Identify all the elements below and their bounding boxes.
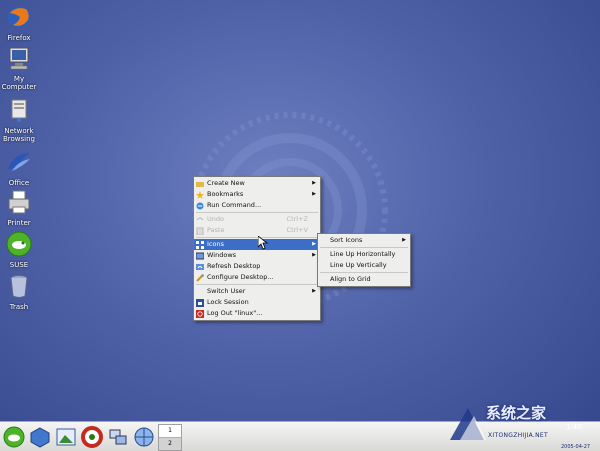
submenu-arrow-icon: ▶ bbox=[312, 252, 316, 258]
desktop-icon-label: My Computer bbox=[1, 75, 37, 91]
desktop-icon-printer[interactable]: Printer bbox=[0, 189, 38, 227]
browser-icon[interactable] bbox=[133, 426, 155, 448]
office-icon bbox=[8, 153, 30, 171]
desktop-icon-firefox[interactable]: Firefox bbox=[0, 4, 38, 42]
menu-item-bookmarks[interactable]: Bookmarks ▶ bbox=[194, 189, 320, 200]
menu-item-label: Switch User bbox=[207, 287, 246, 295]
watermark-title: 系统之家 bbox=[486, 404, 547, 422]
desktop-icon-suse[interactable]: SUSE bbox=[0, 231, 38, 269]
menu-item-refresh-desktop[interactable]: Refresh Desktop bbox=[194, 261, 320, 272]
menu-item-align-to-grid[interactable]: Align to Grid bbox=[318, 274, 410, 285]
run-command-icon bbox=[196, 202, 204, 210]
suse-menu-icon[interactable] bbox=[3, 426, 25, 448]
package-icon[interactable] bbox=[29, 426, 51, 448]
mouse-cursor-icon bbox=[258, 236, 268, 250]
menu-item-label: Configure Desktop... bbox=[207, 273, 274, 281]
undo-icon bbox=[196, 217, 204, 221]
desktop-icon-label: Office bbox=[8, 179, 30, 187]
menu-item-label: Create New bbox=[207, 179, 245, 187]
menu-item-label: Bookmarks bbox=[207, 190, 244, 198]
star-icon bbox=[196, 191, 204, 199]
menu-item-label: Log Out "linux"... bbox=[207, 309, 263, 317]
menu-item-label: Refresh Desktop bbox=[207, 262, 261, 270]
menu-shortcut: Ctrl+V bbox=[286, 226, 308, 234]
menu-item-run-command[interactable]: Run Command... bbox=[194, 200, 320, 211]
desktop-icon-label: Network Browsing bbox=[2, 127, 35, 143]
firefox-icon bbox=[8, 6, 30, 28]
desktop-icon-label: Firefox bbox=[7, 34, 31, 42]
desktop-icon-office[interactable]: Office bbox=[0, 149, 38, 187]
submenu-arrow-icon: ▶ bbox=[312, 241, 316, 247]
menu-item-undo[interactable]: Undo Ctrl+Z bbox=[194, 214, 320, 225]
network-icon bbox=[11, 99, 27, 122]
menu-item-label: Run Command... bbox=[207, 201, 262, 209]
submenu-arrow-icon: ▶ bbox=[312, 191, 316, 197]
suse-icon bbox=[6, 231, 32, 257]
trash-icon bbox=[10, 275, 28, 298]
menu-shortcut: Ctrl+Z bbox=[286, 215, 308, 223]
clock-date: 2005-04-27 bbox=[561, 444, 591, 450]
menu-item-label: Undo bbox=[207, 215, 224, 223]
network-icon[interactable] bbox=[107, 426, 129, 448]
watermark-subtitle: XITONGZHIJIA.NET bbox=[488, 432, 548, 439]
refresh-icon bbox=[196, 264, 204, 270]
clock-time[interactable]: 1:40 bbox=[566, 423, 596, 431]
help-icon[interactable] bbox=[81, 426, 103, 448]
folder-new-icon bbox=[196, 182, 204, 187]
desktop-icon-network-browsing[interactable]: Network Browsing bbox=[0, 97, 38, 143]
pager-desktop-1[interactable]: 1 bbox=[159, 425, 181, 438]
desktop-icon-label: Trash bbox=[9, 303, 29, 311]
pager-desktop-2[interactable]: 2 bbox=[159, 438, 181, 450]
menu-item-configure-desktop[interactable]: Configure Desktop... bbox=[194, 272, 320, 283]
desktop-icon-my-computer[interactable]: My Computer bbox=[0, 45, 38, 91]
menu-item-paste[interactable]: Paste Ctrl+V bbox=[194, 225, 320, 236]
configure-icon bbox=[196, 274, 204, 282]
menu-item-icons[interactable]: Icons ▶ bbox=[194, 239, 320, 250]
menu-item-label: Align to Grid bbox=[330, 275, 371, 283]
menu-separator bbox=[196, 237, 318, 238]
computer-icon bbox=[9, 47, 29, 70]
printer-icon bbox=[8, 190, 30, 214]
menu-item-label: Lock Session bbox=[207, 298, 249, 306]
image-icon[interactable] bbox=[55, 426, 77, 448]
submenu-arrow-icon: ▶ bbox=[402, 237, 406, 243]
menu-item-label: Line Up Vertically bbox=[330, 261, 387, 269]
paste-icon bbox=[196, 227, 204, 235]
windows-icon bbox=[196, 252, 204, 260]
desktop-icon-label: SUSE bbox=[9, 261, 29, 269]
menu-item-windows[interactable]: Windows ▶ bbox=[194, 250, 320, 261]
menu-item-label: Line Up Horizontally bbox=[330, 250, 396, 258]
menu-item-lock-session[interactable]: Lock Session bbox=[194, 297, 320, 308]
menu-item-label: Windows bbox=[207, 251, 237, 259]
menu-item-label: Paste bbox=[207, 226, 225, 234]
lock-icon bbox=[196, 299, 204, 307]
icons-submenu: Sort Icons ▶ Line Up Horizontally Line U… bbox=[317, 233, 411, 287]
menu-item-sort-icons[interactable]: Sort Icons ▶ bbox=[318, 235, 410, 246]
icons-view-icon bbox=[196, 241, 204, 249]
logout-icon bbox=[196, 310, 204, 318]
menu-item-line-up-horizontally[interactable]: Line Up Horizontally bbox=[318, 249, 410, 260]
menu-item-line-up-vertically[interactable]: Line Up Vertically bbox=[318, 260, 410, 271]
menu-separator bbox=[196, 284, 318, 285]
submenu-arrow-icon: ▶ bbox=[312, 180, 316, 186]
menu-item-label: Sort Icons bbox=[330, 236, 363, 244]
menu-item-create-new[interactable]: Create New ▶ bbox=[194, 178, 320, 189]
submenu-arrow-icon: ▶ bbox=[312, 288, 316, 294]
desktop-context-menu: Create New ▶ Bookmarks ▶ Run Command... … bbox=[193, 176, 321, 321]
menu-separator bbox=[320, 247, 408, 248]
desktop-pager: 1 2 bbox=[158, 424, 182, 451]
menu-separator bbox=[196, 212, 318, 213]
menu-item-log-out[interactable]: Log Out "linux"... bbox=[194, 308, 320, 319]
menu-separator bbox=[320, 272, 408, 273]
menu-item-switch-user[interactable]: Switch User ▶ bbox=[194, 286, 320, 297]
desktop-icon-trash[interactable]: Trash bbox=[0, 273, 38, 311]
desktop-icon-label: Printer bbox=[7, 219, 31, 227]
menu-item-label: Icons bbox=[207, 240, 224, 248]
